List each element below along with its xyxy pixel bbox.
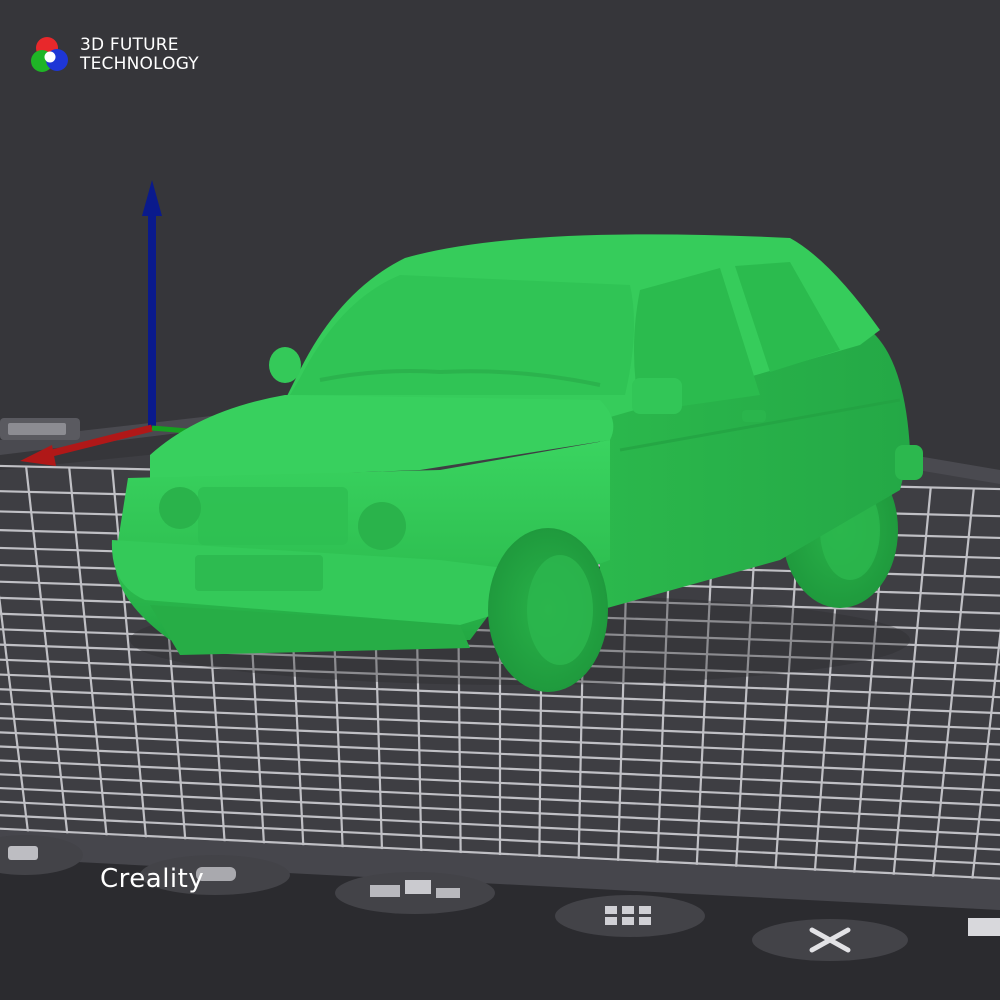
left-headlight (159, 487, 201, 529)
license-plate (195, 555, 323, 591)
y-axis (151, 425, 189, 434)
logo-line-1: 3D FUTURE (80, 35, 179, 55)
logo: 3D FUTURE TECHNOLOGY (30, 34, 199, 76)
corner-icon[interactable] (968, 918, 1000, 936)
right-mirror (632, 378, 682, 414)
cube-tray-icon[interactable] (335, 872, 495, 914)
right-headlight (358, 502, 406, 550)
left-mirror (269, 347, 301, 383)
car-grille (198, 487, 348, 545)
brand-label: Creality (100, 864, 205, 894)
3d-viewport[interactable]: 3D FUTURE TECHNOLOGY Creality (0, 0, 1000, 1000)
plate-label-icon (0, 418, 80, 440)
z-axis-arrow-icon (142, 180, 162, 216)
close-icon[interactable] (752, 919, 908, 961)
grid-arrange-icon[interactable] (555, 895, 705, 937)
tricolor-swirl-icon (31, 37, 68, 72)
hatchback-car-3d-model[interactable] (111, 234, 923, 692)
logo-line-2: TECHNOLOGY (80, 54, 199, 74)
logo-text: 3D FUTURE TECHNOLOGY (80, 36, 199, 74)
scene-canvas[interactable] (0, 0, 1000, 1000)
